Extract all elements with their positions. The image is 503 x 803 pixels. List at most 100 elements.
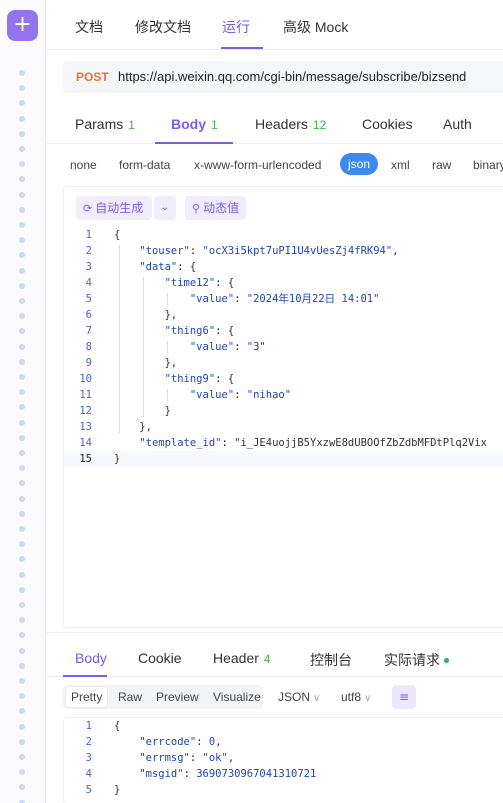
tab-auth[interactable]: Auth (443, 116, 472, 132)
view-pretty[interactable]: Pretty (66, 687, 108, 707)
body-type-raw[interactable]: raw (432, 158, 451, 172)
rail-nav-dot[interactable] (19, 450, 25, 456)
rail-nav-dot[interactable] (19, 662, 25, 669)
rail-nav-dot[interactable] (19, 541, 25, 548)
tab-body[interactable]: Body 1 (171, 116, 218, 132)
line-content: "value": "3" (189, 341, 266, 353)
view-raw[interactable]: Raw (118, 690, 142, 704)
rail-nav-dot[interactable] (19, 754, 25, 760)
rail-nav-dot[interactable] (19, 632, 25, 639)
body-type-none[interactable]: none (70, 158, 97, 172)
rail-nav-dot[interactable] (19, 358, 25, 365)
body-code[interactable]: 1{2 "touser": "ocX3i5kpt7uPI1U4vUesZj4fR… (64, 227, 503, 467)
body-type-binary[interactable]: binary (473, 158, 503, 172)
resp-tab-header[interactable]: Header 4 (213, 650, 271, 666)
line-number: 7 (85, 325, 92, 337)
rail-nav-dot[interactable] (19, 480, 25, 487)
rail-nav-dot[interactable] (19, 693, 25, 700)
rail-nav-dot[interactable] (19, 784, 25, 791)
dynamic-value-button[interactable]: ⚲ 动态值 (185, 196, 247, 220)
rail-nav-dot[interactable] (19, 602, 25, 608)
line-number: 11 (79, 389, 92, 401)
wrap-lines-icon[interactable]: ≡ (392, 685, 416, 709)
rail-nav-dot[interactable] (19, 115, 25, 122)
line-number: 15 (79, 453, 92, 465)
resp-tab-console[interactable]: 控制台 (310, 650, 352, 670)
rail-nav-dot[interactable] (19, 389, 25, 396)
rail-nav-dot[interactable] (19, 206, 25, 213)
rail-nav-dot[interactable] (19, 267, 25, 274)
rail-nav-dot[interactable] (19, 85, 25, 92)
line-content: "value": "2024年10月22日 14:01" (189, 293, 380, 305)
resp-tab-cookie[interactable]: Cookie (138, 650, 182, 666)
body-editor[interactable]: ⟳ 自动生成 ⌄ ⚲ 动态值 1{2 "touser": "ocX3i5kpt7uP… (63, 186, 503, 628)
view-visualize[interactable]: Visualize (213, 690, 261, 704)
rail-nav-dot[interactable] (19, 419, 25, 426)
format-select[interactable]: JSON ∨ (278, 690, 320, 704)
line-content: { (114, 720, 121, 732)
top-tabs: 文档 修改文档 运行 高级 Mock (47, 0, 503, 50)
tab-edit-docs[interactable]: 修改文档 (135, 17, 191, 37)
rail-nav-dot[interactable] (19, 282, 25, 289)
view-preview[interactable]: Preview (156, 690, 199, 704)
tab-docs[interactable]: 文档 (75, 17, 103, 37)
rail-nav-dot[interactable] (19, 526, 25, 532)
rail-nav-dot[interactable] (19, 191, 25, 198)
body-type-form-data[interactable]: form-data (119, 158, 170, 172)
rail-nav-dot[interactable] (19, 738, 25, 745)
response-code[interactable]: 1{2 "errcode": 0, 3 "errmsg": "ok", 4 "msg… (64, 718, 503, 798)
rail-nav-dot[interactable] (19, 237, 25, 244)
rail-nav-dot[interactable] (19, 799, 25, 803)
rail-nav-dot[interactable] (19, 647, 25, 654)
auto-generate-dropdown-icon[interactable]: ⌄ (154, 196, 176, 220)
rail-nav-dot[interactable] (19, 252, 25, 259)
resp-tab-actual-request[interactable]: 实际请求 (384, 650, 449, 670)
rail-nav-dot[interactable] (19, 495, 25, 502)
rail-nav-dot[interactable] (19, 298, 25, 304)
rail-nav-dot[interactable] (19, 374, 25, 380)
rail-nav-dot[interactable] (19, 510, 25, 517)
rail-nav-dot[interactable] (19, 161, 25, 168)
tab-headers[interactable]: Headers 12 (255, 116, 326, 132)
tab-run[interactable]: 运行 (222, 17, 250, 37)
url-input[interactable]: https://api.weixin.qq.com/cgi-bin/messag… (118, 69, 466, 84)
rail-nav-dot[interactable] (19, 708, 25, 715)
chevron-down-icon: ∨ (313, 693, 321, 704)
line-content: "errcode": 0, (139, 736, 222, 748)
rail-nav-dot[interactable] (19, 723, 25, 730)
rail-nav-dot[interactable] (19, 343, 25, 350)
tab-cookies[interactable]: Cookies (362, 116, 413, 132)
rail-nav-dot[interactable] (19, 70, 25, 76)
rail-nav-dot[interactable] (19, 222, 25, 228)
tab-advanced-mock[interactable]: 高级 Mock (283, 17, 348, 37)
code-line: 8 "value": "3" (64, 339, 503, 355)
rail-nav-dot[interactable] (19, 434, 25, 441)
line-number: 2 (85, 245, 92, 257)
rail-nav-dot[interactable] (19, 404, 25, 411)
rail-nav-dot[interactable] (19, 100, 25, 107)
rail-nav-dot[interactable] (19, 176, 25, 183)
rail-nav-dot[interactable] (19, 678, 25, 684)
body-type-json[interactable]: json (340, 153, 379, 175)
rail-nav-dot[interactable] (19, 571, 25, 578)
rail-nav-dot[interactable] (19, 130, 25, 137)
rail-nav-dot[interactable] (19, 313, 25, 320)
url-bar[interactable]: POST https://api.weixin.qq.com/cgi-bin/m… (63, 61, 503, 93)
rail-nav-dot[interactable] (19, 617, 25, 624)
rail-nav-dot[interactable] (19, 328, 25, 335)
auto-generate-button[interactable]: ⟳ 自动生成 (76, 196, 152, 220)
response-viewer[interactable]: 1{2 "errcode": 0, 3 "errmsg": "ok", 4 "msg… (63, 717, 503, 803)
rail-nav-dot[interactable] (19, 465, 25, 472)
add-icon[interactable]: + (7, 10, 38, 41)
rail-nav-dot[interactable] (19, 556, 25, 563)
resp-tab-body[interactable]: Body (75, 650, 107, 666)
rail-nav-dot[interactable] (19, 586, 25, 593)
http-method[interactable]: POST (76, 70, 109, 84)
encoding-select[interactable]: utf8 ∨ (341, 690, 371, 704)
code-line: 2 "touser": "ocX3i5kpt7uPI1U4vUesZj4fRK9… (64, 243, 503, 259)
body-type-xml[interactable]: xml (391, 158, 410, 172)
body-type-urlencoded[interactable]: x-www-form-urlencoded (194, 158, 321, 172)
rail-nav-dot[interactable] (19, 146, 25, 152)
tab-params[interactable]: Params 1 (75, 116, 135, 132)
rail-nav-dot[interactable] (19, 769, 25, 776)
